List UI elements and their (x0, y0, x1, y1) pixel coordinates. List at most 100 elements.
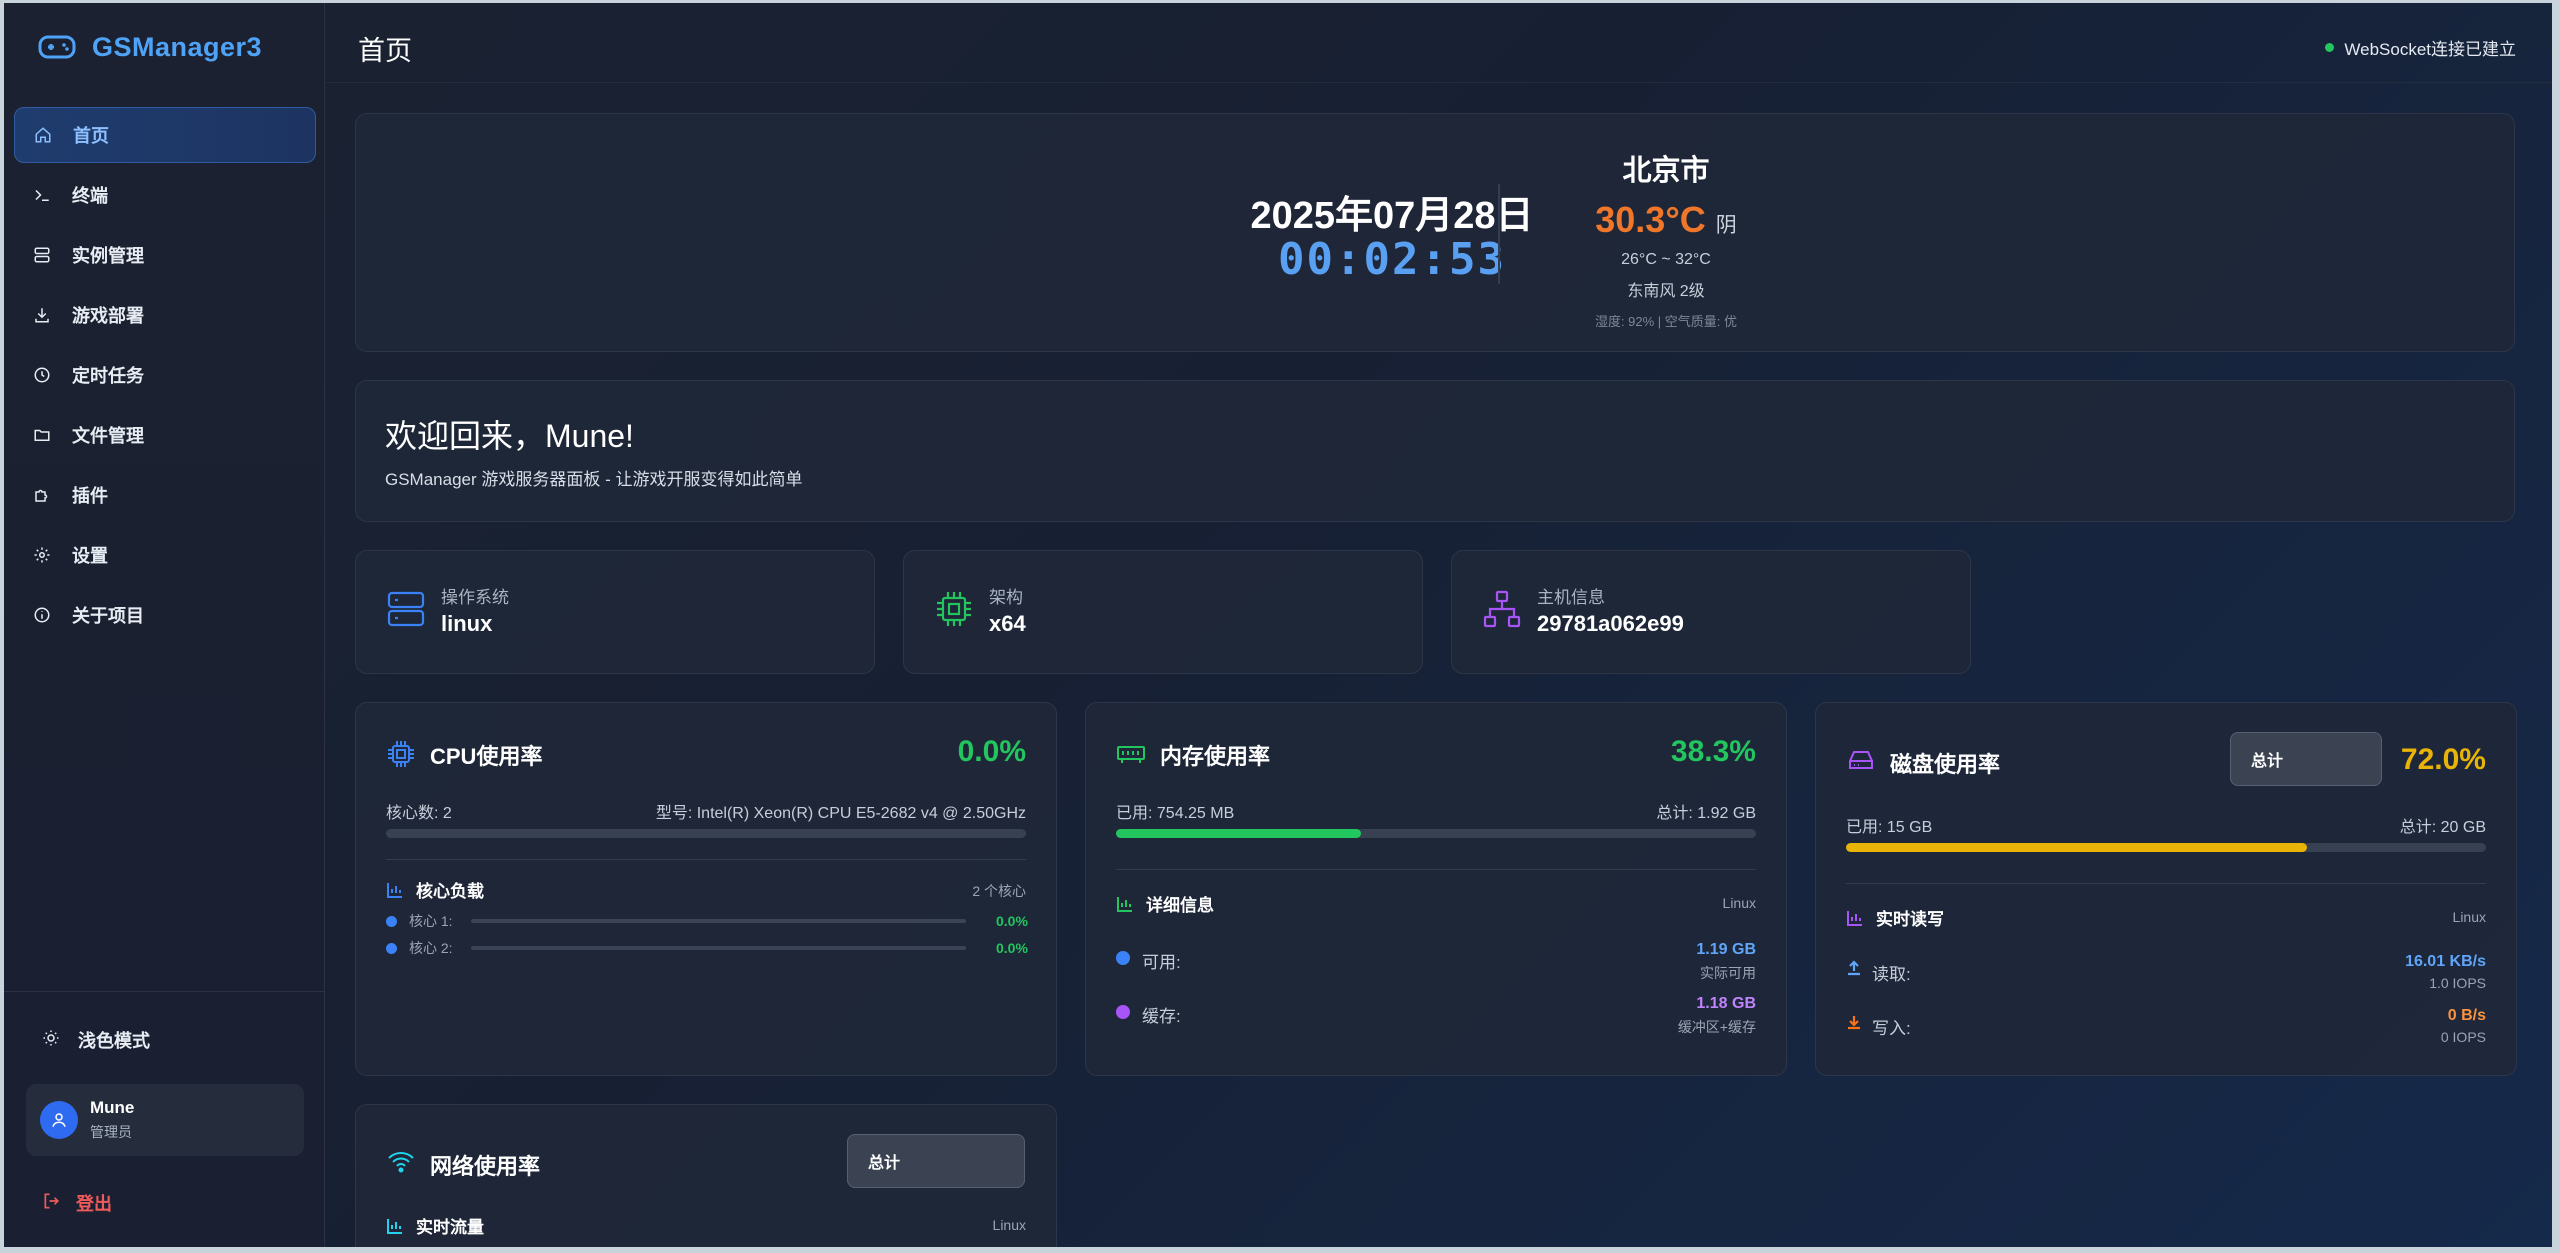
disk-usage-bar (1846, 843, 2486, 852)
write-value: 0 B/s (2447, 1007, 2486, 1024)
weather-condition: 阴 (1715, 214, 1737, 237)
network-usage-card: 网络使用率 总计 实时流量 Linux (355, 1104, 1057, 1247)
sidebar-item-label: 实例管理 (72, 246, 144, 266)
disk-select[interactable]: 总计 (2230, 732, 2382, 786)
write-iops: 0 IOPS (2440, 1029, 2486, 1045)
logout-label: 登出 (76, 1194, 112, 1214)
bar-chart-icon (387, 1218, 402, 1234)
disk-total: 总计: 20 GB (2399, 819, 2486, 836)
network-os: Linux (992, 1217, 1026, 1233)
theme-toggle-label: 浅色模式 (78, 1031, 150, 1051)
read-value: 16.01 KB/s (2405, 953, 2486, 970)
hard-drive-icon (1846, 745, 1876, 775)
core-dot (386, 942, 397, 954)
sidebar-item-label: 定时任务 (72, 366, 144, 386)
app-window: GSManager3 首页 终端 实例管理 游戏部署 定时任务 文件管理 插件 … (4, 3, 2552, 1247)
sidebar-item-settings[interactable]: 设置 (14, 527, 316, 583)
theme-toggle-button[interactable]: 浅色模式 (42, 1027, 150, 1053)
disk-io-heading: 实时读写 (1846, 905, 1944, 930)
download-icon (1846, 1014, 1862, 1030)
weather-temperature: 30.3°C (1595, 199, 1706, 240)
arch-value: x64 (989, 611, 1026, 636)
write-label: 写入: (1872, 1019, 1911, 1038)
cpu-percent: 0.0% (957, 735, 1026, 768)
os-label: 操作系统 (441, 588, 509, 607)
core-label: 核心 1: (409, 913, 453, 929)
network-select[interactable]: 总计 (847, 1134, 1025, 1188)
sidebar-item-deploy[interactable]: 游戏部署 (14, 287, 316, 343)
os-value: linux (441, 611, 493, 636)
core-value: 0.0% (996, 913, 1028, 929)
memory-percent: 38.3% (1670, 735, 1756, 768)
clock-weather-card: 2025年07月28日 00:02:53 北京市 30.3°C 阴 26°C ~… (355, 113, 2515, 352)
sidebar-item-label: 关于项目 (72, 606, 144, 626)
host-value: 29781a062e99 (1537, 611, 1684, 636)
sidebar-item-instances[interactable]: 实例管理 (14, 227, 316, 283)
top-header: 首页 WebSocket连接已建立 (326, 3, 2552, 83)
available-value: 1.19 GB (1696, 941, 1756, 958)
host-label: 主机信息 (1537, 588, 1605, 607)
read-iops: 1.0 IOPS (2429, 975, 2486, 991)
memory-usage-card: 内存使用率 38.3% 已用: 754.25 MB 总计: 1.92 GB 详细… (1085, 702, 1787, 1076)
weather-panel: 北京市 30.3°C 阴 26°C ~ 32°C 东南风 2级 湿度: 92% … (1516, 147, 1816, 330)
sidebar-divider (4, 991, 324, 992)
cpu-usage-bar (386, 829, 1026, 838)
memory-available-row: 可用: 1.19 GB 实际可用 (1116, 941, 1756, 983)
weather-city: 北京市 (1622, 155, 1710, 187)
server-icon (386, 589, 426, 629)
welcome-card: 欢迎回来，Mune! GSManager 游戏服务器面板 - 让游戏开服变得如此… (355, 380, 2515, 522)
websocket-status: WebSocket连接已建立 (2325, 35, 2516, 60)
cpu-icon (386, 739, 416, 769)
disk-usage-fill (1846, 843, 2307, 852)
upload-icon (1846, 960, 1862, 976)
memory-usage-bar (1116, 829, 1756, 838)
core-bar (471, 946, 966, 950)
sun-icon (42, 1029, 60, 1052)
server-icon (32, 245, 52, 265)
network-tree-icon (1482, 589, 1522, 629)
sidebar-item-about[interactable]: 关于项目 (14, 587, 316, 643)
sidebar-item-plugins[interactable]: 插件 (14, 467, 316, 523)
folder-icon (32, 425, 52, 445)
sidebar-item-files[interactable]: 文件管理 (14, 407, 316, 463)
core-dot (386, 915, 397, 927)
divider (1498, 184, 1500, 284)
cpu-cores: 核心数: 2 (386, 805, 452, 822)
websocket-status-text: WebSocket连接已建立 (2344, 40, 2516, 59)
sidebar-item-terminal[interactable]: 终端 (14, 167, 316, 223)
logout-button[interactable]: 登出 (42, 1190, 112, 1216)
core-load-heading: 核心负载 (386, 877, 484, 902)
cpu-usage-card: CPU使用率 0.0% 核心数: 2 型号: Intel(R) Xeon(R) … (355, 702, 1057, 1076)
memory-icon (1116, 739, 1146, 769)
disk-usage-card: 磁盘使用率 总计 72.0% 已用: 15 GB 总计: 20 GB 实时读写 … (1815, 702, 2517, 1076)
sidebar-item-scheduled[interactable]: 定时任务 (14, 347, 316, 403)
arch-label: 架构 (989, 588, 1023, 607)
memory-detail-title: 详细信息 (1146, 896, 1214, 915)
disk-percent: 72.0% (2400, 743, 2486, 776)
sidebar-item-home[interactable]: 首页 (14, 107, 316, 163)
os-info-card: 操作系统 linux (355, 550, 875, 674)
brand[interactable]: GSManager3 (38, 27, 262, 67)
welcome-title: 欢迎回来，Mune! (385, 418, 634, 454)
disk-io-title: 实时读写 (1876, 910, 1944, 929)
cache-dot (1116, 1005, 1130, 1019)
status-dot (2325, 43, 2335, 52)
network-title: 网络使用率 (430, 1154, 541, 1179)
sidebar-nav: 首页 终端 实例管理 游戏部署 定时任务 文件管理 插件 设置 关于项目 (14, 107, 316, 647)
weather-range: 26°C ~ 32°C (1621, 251, 1711, 268)
disk-title: 磁盘使用率 (1890, 752, 2001, 777)
memory-detail-heading: 详细信息 (1116, 891, 1214, 916)
clock-icon (32, 365, 52, 385)
available-dot (1116, 951, 1130, 965)
core-value: 0.0% (996, 940, 1028, 956)
cache-label: 缓存: (1142, 1007, 1181, 1026)
info-icon (32, 605, 52, 625)
app-name: GSManager3 (92, 31, 263, 62)
wifi-icon (386, 1147, 416, 1177)
network-traffic-heading: 实时流量 (386, 1213, 484, 1238)
avatar (40, 1101, 78, 1139)
memory-cache-row: 缓存: 1.18 GB 缓冲区+缓存 (1116, 995, 1756, 1037)
page-title: 首页 (358, 36, 412, 66)
core-load-title: 核心负载 (416, 882, 484, 901)
user-card[interactable]: Mune 管理员 (26, 1084, 304, 1156)
